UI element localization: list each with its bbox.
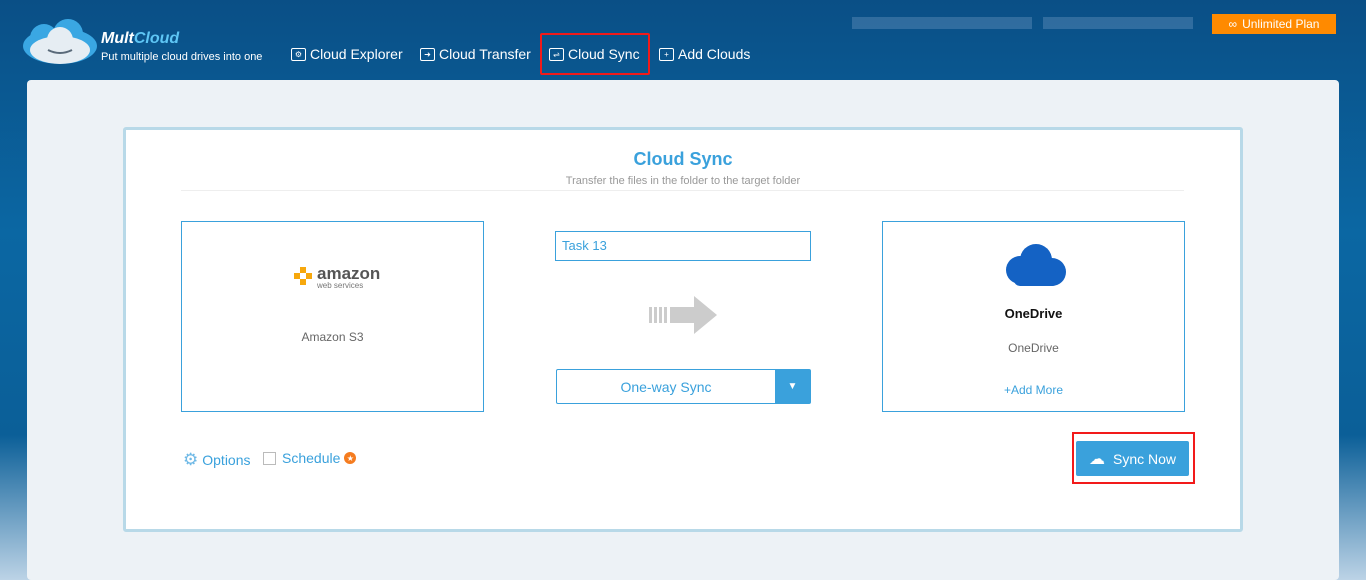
source-box[interactable]: amazon web services Amazon S3: [181, 221, 484, 412]
redacted-user: [852, 17, 1032, 29]
schedule-label: Schedule: [282, 450, 341, 466]
amazon-logo-icon: amazon web services: [294, 265, 380, 290]
add-more-link[interactable]: +Add More: [883, 383, 1184, 397]
sync-card: Cloud Sync Transfer the files in the fol…: [123, 127, 1243, 532]
schedule-checkbox[interactable]: [263, 451, 276, 465]
source-label: Amazon S3: [301, 330, 364, 344]
add-icon: +: [659, 47, 674, 61]
chevron-down-icon[interactable]: ▼: [775, 370, 810, 403]
multcloud-logo-icon: [23, 19, 97, 64]
target-title: OneDrive: [1004, 306, 1063, 321]
target-box[interactable]: OneDrive OneDrive +Add More: [882, 221, 1185, 412]
redacted-user: [1043, 17, 1193, 29]
task-name-input[interactable]: Task 13: [555, 231, 811, 261]
schedule-option[interactable]: Schedule ★: [263, 450, 357, 466]
nav-label: Cloud Transfer: [439, 46, 531, 62]
gear-icon: ⚙: [183, 450, 199, 469]
infinity-icon: ∞: [1228, 17, 1238, 31]
header: MultCloud Put multiple cloud drives into…: [0, 0, 1366, 80]
sync-direction-arrow-icon: [649, 296, 717, 334]
divider: [181, 190, 1184, 191]
transfer-icon: ➜: [420, 47, 435, 61]
nav-label: Add Clouds: [678, 46, 751, 62]
sync-mode-value: One-way Sync: [620, 378, 712, 395]
nav-cloud-explorer[interactable]: ⚙ Cloud Explorer: [291, 46, 403, 62]
plan-label: Unlimited Plan: [1242, 17, 1320, 31]
highlight-box: [540, 33, 650, 75]
sync-now-label: Sync Now: [1112, 450, 1177, 467]
onedrive-icon: [1006, 244, 1066, 286]
sync-mode-select[interactable]: One-way Sync ▼: [556, 369, 811, 404]
options-button[interactable]: ⚙ Options: [183, 450, 251, 470]
options-label: Options: [202, 452, 251, 468]
unlimited-plan-badge[interactable]: ∞ Unlimited Plan: [1212, 14, 1336, 34]
nav-label: Cloud Explorer: [310, 46, 403, 62]
nav-add-clouds[interactable]: + Add Clouds: [659, 46, 750, 62]
explorer-icon: ⚙: [291, 47, 306, 61]
cloud-sync-icon: ☁: [1088, 450, 1105, 468]
page-subtitle: Transfer the files in the folder to the …: [565, 175, 801, 187]
target-label: OneDrive: [1008, 341, 1059, 355]
premium-star-icon: ★: [344, 452, 357, 464]
sync-now-button[interactable]: ☁ Sync Now: [1076, 441, 1189, 476]
page-title: Cloud Sync: [633, 149, 733, 169]
nav-cloud-transfer[interactable]: ➜ Cloud Transfer: [420, 46, 531, 62]
brand-name[interactable]: MultCloud: [101, 30, 179, 48]
tagline: Put multiple cloud drives into one: [101, 51, 263, 63]
